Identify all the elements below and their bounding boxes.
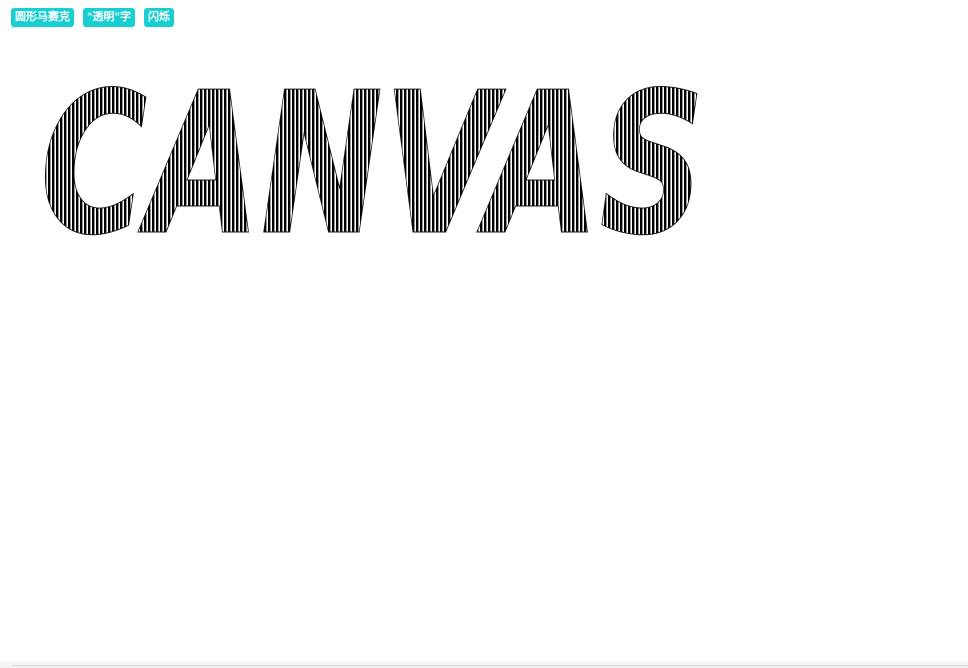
horizontal-scrollbar-track[interactable] [12, 665, 968, 666]
bottom-shadow [0, 658, 968, 668]
transparent-text-button[interactable]: “透明”字 [83, 8, 135, 27]
canvas-text: CANVAS [40, 51, 705, 279]
circle-mosaic-button[interactable]: 圆形马赛克 [11, 8, 74, 27]
drawing-canvas[interactable]: CANVAS [0, 40, 968, 662]
effect-toolbar: 圆形马赛克 “透明”字 闪烁 [11, 8, 174, 27]
canvas-svg: CANVAS [40, 51, 706, 280]
blink-button[interactable]: 闪烁 [144, 8, 174, 27]
